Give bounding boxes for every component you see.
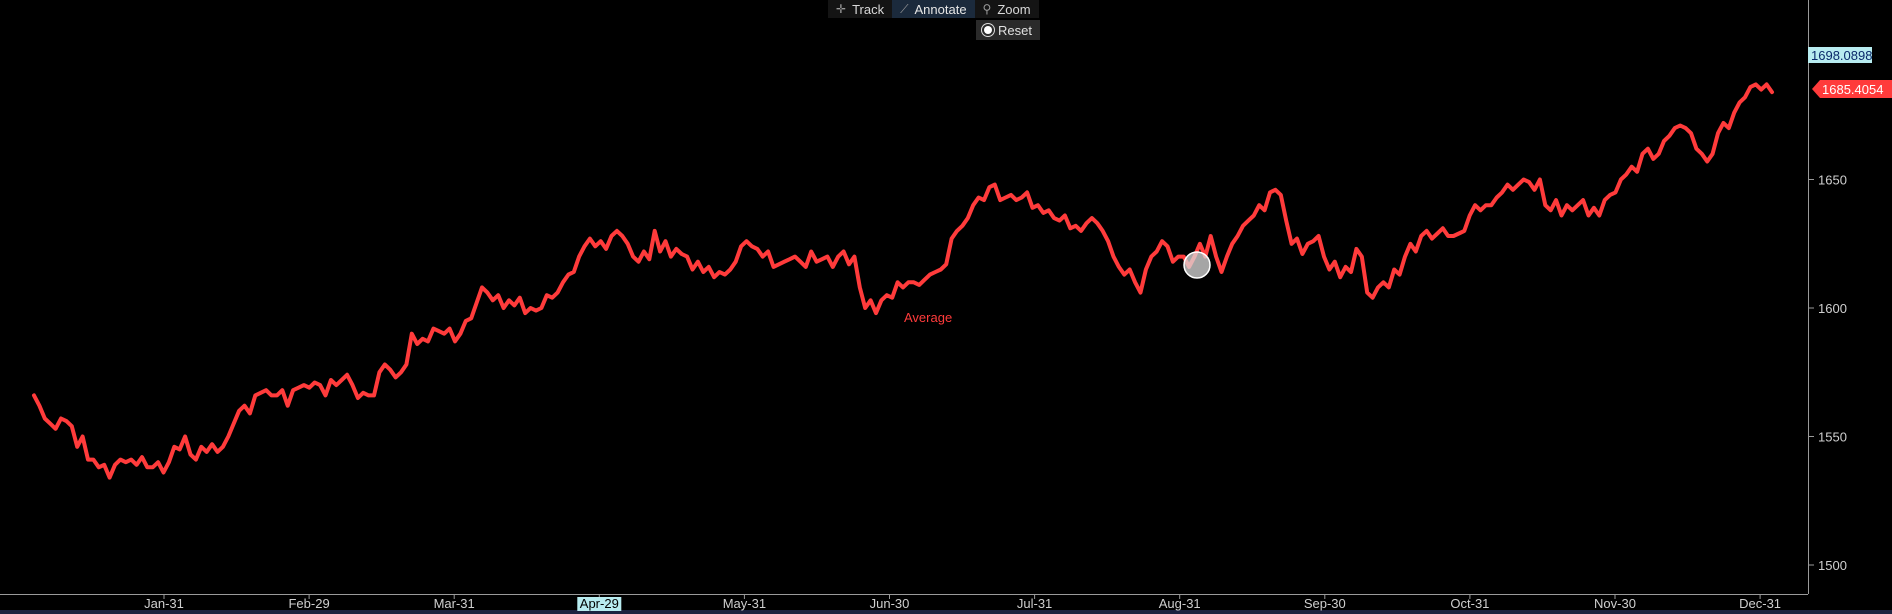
x-tick-label: Jun-30: [870, 596, 910, 611]
x-tick-label: Aug-31: [1159, 596, 1201, 611]
x-tick-label: May-31: [723, 596, 766, 611]
series-line: [32, 82, 1774, 480]
last-value-badge: 1698.0898: [1808, 47, 1872, 63]
x-tick-label: Jan-31: [144, 596, 184, 611]
x-tick-label: Jul-31: [1017, 596, 1052, 611]
chart-labels: Average 1698.0898 1685.4054: [904, 47, 1892, 325]
x-tick-label: Dec-31: [1739, 596, 1781, 611]
y-tick-label: 1650: [1818, 173, 1847, 188]
chart-axes: 15001550160016501700Jan-31Feb-29Mar-31Ap…: [0, 0, 1892, 614]
annotation-average: Average: [904, 310, 952, 325]
plot-area: [32, 82, 1774, 480]
badge-value: 1685.4054: [1822, 82, 1883, 97]
badge-value: 1698.0898: [1811, 48, 1872, 63]
y-tick-label: 1500: [1818, 558, 1847, 573]
x-tick-label: Oct-31: [1450, 596, 1489, 611]
x-tick-label: Mar-31: [434, 596, 475, 611]
x-tick-label: Nov-30: [1594, 596, 1636, 611]
x-tick-label: Sep-30: [1304, 596, 1346, 611]
x-tick-label: Feb-29: [288, 596, 329, 611]
line-chart[interactable]: 15001550160016501700Jan-31Feb-29Mar-31Ap…: [0, 0, 1892, 614]
cursor-marker: [1183, 251, 1211, 279]
y-tick-label: 1550: [1818, 430, 1847, 445]
y-tick-label: 1600: [1818, 301, 1847, 316]
x-tick-label: Apr-29: [580, 596, 619, 611]
current-value-badge: 1685.4054: [1812, 80, 1892, 98]
